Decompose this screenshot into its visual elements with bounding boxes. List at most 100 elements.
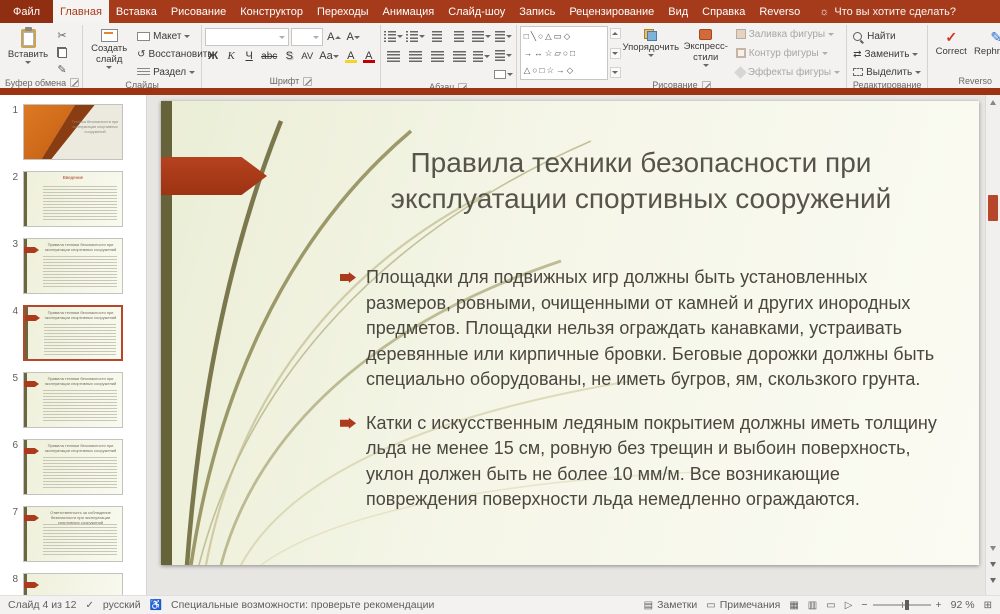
zoom-in-button[interactable]: + bbox=[936, 599, 942, 611]
slide-title[interactable]: Правила техники безопасности при эксплуа… bbox=[331, 145, 951, 218]
slide-sorter-view-button[interactable]: ▥ bbox=[808, 600, 817, 611]
dialog-launcher-icon[interactable] bbox=[303, 77, 312, 86]
find-button[interactable]: Найти bbox=[850, 28, 924, 44]
paste-button[interactable]: Вставить bbox=[5, 26, 51, 77]
font-size-combobox[interactable] bbox=[291, 28, 323, 46]
reverso-rephraser-button[interactable]: ✎ Rephraser bbox=[973, 26, 1000, 74]
thumbnail-slide[interactable]: Правила техники безопасности при эксплуа… bbox=[23, 238, 123, 294]
align-left-button[interactable] bbox=[384, 48, 403, 64]
thumbnail-slide[interactable]: Правила техники безопасности при эксплуа… bbox=[23, 305, 123, 361]
character-spacing-button[interactable]: AV bbox=[299, 48, 315, 64]
shapes-scroll-up[interactable] bbox=[610, 28, 621, 39]
next-slide-button[interactable] bbox=[990, 578, 996, 583]
zoom-track[interactable] bbox=[873, 604, 931, 606]
bullet-item[interactable]: Площадки для подвижных игр должны быть у… bbox=[340, 265, 943, 393]
thumbnail-slide[interactable]: Техника безопасности при эксплуатации сп… bbox=[23, 104, 123, 160]
slide-thumbnail-3[interactable]: 3 Правила техники безопасности при экспл… bbox=[0, 234, 146, 301]
tab-draw[interactable]: Рисование bbox=[164, 0, 233, 23]
slideshow-button[interactable]: ▷ bbox=[845, 600, 853, 611]
scroll-down-arrow[interactable] bbox=[990, 546, 996, 551]
vertical-scrollbar[interactable] bbox=[985, 95, 1000, 595]
slide-thumbnail-1[interactable]: 1 Техника безопасности при эксплуатации … bbox=[0, 100, 146, 167]
copy-button[interactable] bbox=[53, 45, 71, 60]
slide-thumbnail-6[interactable]: 6 Правила техники безопасности при экспл… bbox=[0, 435, 146, 502]
slide-thumbnail-2[interactable]: 2 Введение bbox=[0, 167, 146, 234]
scroll-up-arrow[interactable] bbox=[990, 100, 996, 105]
comments-toggle[interactable]: ▭ Примечания bbox=[706, 599, 780, 611]
tab-reverso[interactable]: Reverso bbox=[752, 0, 807, 23]
shapes-gallery[interactable]: □╲○△▭◇ →↔☆▱○□ △○□☆→◇ bbox=[520, 26, 608, 80]
shapes-scroll-down[interactable] bbox=[610, 48, 621, 59]
grow-font-button[interactable]: А bbox=[325, 29, 342, 45]
text-shadow-button[interactable]: S bbox=[281, 48, 297, 64]
tab-slideshow[interactable]: Слайд-шоу bbox=[441, 0, 512, 23]
tab-review[interactable]: Рецензирование bbox=[562, 0, 661, 23]
zoom-out-button[interactable]: − bbox=[861, 599, 867, 611]
slide-thumbnail-7[interactable]: 7 Ответственность за соблюдение безопасн… bbox=[0, 502, 146, 569]
shape-outline-button[interactable]: Контур фигуры bbox=[733, 45, 843, 61]
slide-body-textbox[interactable]: Площадки для подвижных игр должны быть у… bbox=[340, 265, 943, 531]
slide-thumbnail-5[interactable]: 5 Правила техники безопасности при экспл… bbox=[0, 368, 146, 435]
thumbnail-slide[interactable]: Правила техники безопасности при эксплуа… bbox=[23, 439, 123, 495]
section-button[interactable]: Раздел bbox=[134, 64, 198, 80]
arrange-button[interactable]: Упорядочить bbox=[623, 26, 679, 80]
align-text-button[interactable] bbox=[494, 47, 513, 63]
notes-toggle[interactable]: ▤ Заметки bbox=[644, 599, 698, 611]
bullets-button[interactable] bbox=[384, 28, 403, 44]
zoom-level[interactable]: 92 % bbox=[951, 599, 975, 611]
shape-fill-button[interactable]: Заливка фигуры bbox=[733, 26, 843, 42]
tab-transitions[interactable]: Переходы bbox=[310, 0, 376, 23]
increase-indent-button[interactable] bbox=[450, 28, 469, 44]
strikethrough-button[interactable]: abc bbox=[259, 48, 279, 64]
italic-button[interactable]: К bbox=[223, 48, 239, 64]
reading-view-button[interactable]: ▭ bbox=[826, 600, 835, 611]
fit-to-window-button[interactable]: ⊞ bbox=[984, 600, 992, 611]
bullet-item[interactable]: Катки с искусственным ледяным покрытием … bbox=[340, 411, 943, 513]
tab-home[interactable]: Главная bbox=[53, 0, 109, 23]
align-center-button[interactable] bbox=[406, 48, 425, 64]
align-right-button[interactable] bbox=[428, 48, 447, 64]
numbering-button[interactable] bbox=[406, 28, 425, 44]
accessibility-status[interactable]: Специальные возможности: проверьте реком… bbox=[171, 599, 434, 611]
shape-effects-button[interactable]: Эффекты фигуры bbox=[733, 64, 843, 80]
smartart-convert-button[interactable] bbox=[494, 66, 513, 82]
spellcheck-icon[interactable]: ✓ bbox=[86, 600, 94, 611]
slide-number-indicator[interactable]: Слайд 4 из 12 bbox=[8, 599, 77, 611]
thumbnail-slide[interactable]: Введение bbox=[23, 171, 123, 227]
dialog-launcher-icon[interactable] bbox=[70, 78, 79, 87]
cut-button[interactable]: ✂ bbox=[53, 28, 71, 43]
shapes-more-button[interactable] bbox=[610, 67, 621, 78]
scrollbar-thumb[interactable] bbox=[988, 195, 998, 221]
tab-design[interactable]: Конструктор bbox=[233, 0, 310, 23]
line-spacing-button[interactable] bbox=[472, 28, 491, 44]
current-slide[interactable]: Правила техники безопасности при эксплуа… bbox=[161, 101, 979, 565]
replace-button[interactable]: ⇄Заменить bbox=[850, 46, 924, 62]
format-painter-button[interactable]: ✎ bbox=[53, 62, 71, 77]
tab-insert[interactable]: Вставка bbox=[109, 0, 164, 23]
decrease-indent-button[interactable] bbox=[428, 28, 447, 44]
text-direction-button[interactable] bbox=[494, 28, 513, 44]
reset-button[interactable]: ↺Восстановить bbox=[134, 46, 198, 62]
new-slide-button[interactable]: Создать слайд bbox=[86, 26, 132, 80]
previous-slide-button[interactable] bbox=[990, 562, 996, 567]
thumbnail-slide[interactable] bbox=[23, 573, 123, 595]
quick-styles-button[interactable]: Экспресс-стили bbox=[681, 26, 731, 80]
shrink-font-button[interactable]: А bbox=[345, 29, 362, 45]
tab-view[interactable]: Вид bbox=[661, 0, 695, 23]
justify-button[interactable] bbox=[450, 48, 469, 64]
zoom-thumb[interactable] bbox=[905, 600, 909, 610]
normal-view-button[interactable]: ▦ bbox=[789, 600, 798, 611]
slide-canvas[interactable]: Правила техники безопасности при эксплуа… bbox=[147, 95, 985, 595]
zoom-slider[interactable]: − + bbox=[861, 599, 941, 611]
select-button[interactable]: Выделить bbox=[850, 64, 924, 80]
tell-me-search[interactable]: ☼ Что вы хотите сделать? bbox=[819, 0, 956, 23]
slide-thumbnail-4-selected[interactable]: 4 Правила техники безопасности при экспл… bbox=[0, 301, 146, 368]
columns-button[interactable] bbox=[472, 48, 491, 64]
bold-button[interactable]: Ж bbox=[205, 48, 221, 64]
font-color-button[interactable]: А bbox=[361, 48, 377, 64]
tab-help[interactable]: Справка bbox=[695, 0, 752, 23]
tab-file[interactable]: Файл bbox=[0, 0, 53, 23]
change-case-button[interactable]: Aa bbox=[317, 48, 340, 64]
tab-animations[interactable]: Анимация bbox=[376, 0, 442, 23]
thumbnail-slide[interactable]: Правила техники безопасности при эксплуа… bbox=[23, 372, 123, 428]
